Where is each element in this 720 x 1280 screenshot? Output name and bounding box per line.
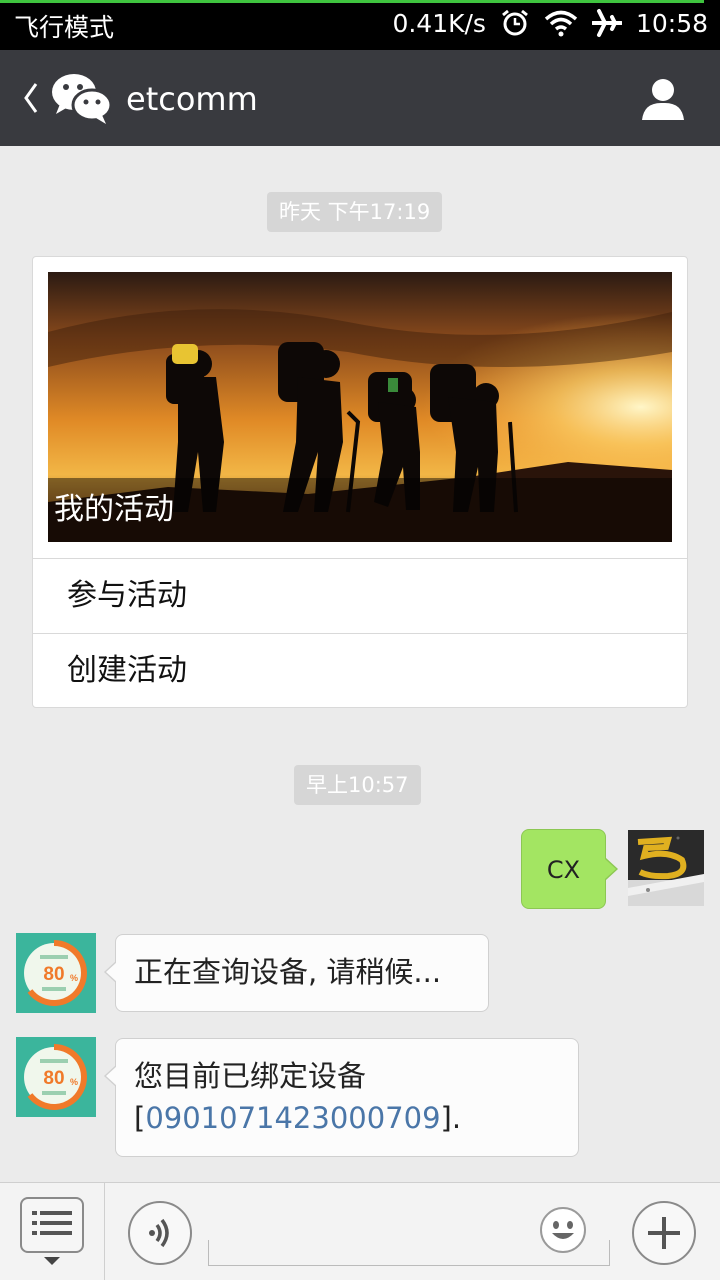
airplane-icon xyxy=(591,8,622,38)
received-message-bubble[interactable]: 正在查询设备, 请稍候... xyxy=(104,934,489,1012)
message-text-line: 您目前已绑定设备 xyxy=(134,1059,367,1093)
airplane-mode-label: 飞行模式 xyxy=(14,13,115,42)
status-right-group: 0.41K/s 10:58 xyxy=(392,8,708,38)
status-progress-line xyxy=(0,0,704,3)
alarm-icon xyxy=(500,8,530,38)
bracket-open: [ xyxy=(134,1101,146,1135)
plus-icon[interactable] xyxy=(632,1201,696,1265)
chevron-down-icon xyxy=(44,1257,60,1265)
chat-header: etcomm xyxy=(0,50,720,146)
network-speed: 0.41K/s xyxy=(392,8,486,38)
timestamp-label: 昨天 下午17:19 xyxy=(267,192,443,232)
sent-message-bubble[interactable]: CX xyxy=(521,829,618,909)
chevron-left-icon[interactable] xyxy=(18,76,42,120)
received-message-bubble[interactable]: 您目前已绑定设备 [0901071423000709]. xyxy=(104,1038,579,1157)
activity-banner[interactable]: 我的活动 xyxy=(48,272,672,542)
bot-avatar-percent: 80 xyxy=(43,964,64,985)
menu-item-create-activity[interactable]: 创建活动 xyxy=(33,633,687,707)
clock-time: 10:58 xyxy=(635,8,708,38)
chat-title: etcomm xyxy=(126,80,258,118)
status-bar: 飞行模式 0.41K/s 10:58 xyxy=(0,0,720,50)
device-id-link[interactable]: 0901071423000709 xyxy=(145,1101,440,1135)
message-text-line: [0901071423000709]. xyxy=(134,1097,560,1139)
message-input[interactable] xyxy=(214,1210,534,1250)
person-icon[interactable] xyxy=(640,76,686,122)
bot-avatar[interactable]: 80 % xyxy=(16,933,96,1013)
banner-caption: 我的活动 xyxy=(54,492,174,527)
activity-card: 我的活动 参与活动 创建活动 xyxy=(32,256,688,708)
user-avatar[interactable] xyxy=(628,830,704,906)
wifi-icon xyxy=(544,9,578,37)
bot-avatar-percent: 80 xyxy=(43,1068,64,1089)
bot-avatar-percent-unit: % xyxy=(70,1077,78,1087)
bot-avatar[interactable]: 80 % xyxy=(16,1037,96,1117)
wechat-logo-icon xyxy=(52,74,112,124)
menu-list-icon[interactable] xyxy=(20,1197,84,1253)
menu-item-join-activity[interactable]: 参与活动 xyxy=(33,558,687,632)
bot-avatar-percent-unit: % xyxy=(70,973,78,983)
timestamp-label: 早上10:57 xyxy=(294,765,421,805)
bracket-close: ]. xyxy=(440,1101,462,1135)
voice-icon[interactable] xyxy=(128,1201,192,1265)
input-bar-divider xyxy=(104,1183,105,1280)
